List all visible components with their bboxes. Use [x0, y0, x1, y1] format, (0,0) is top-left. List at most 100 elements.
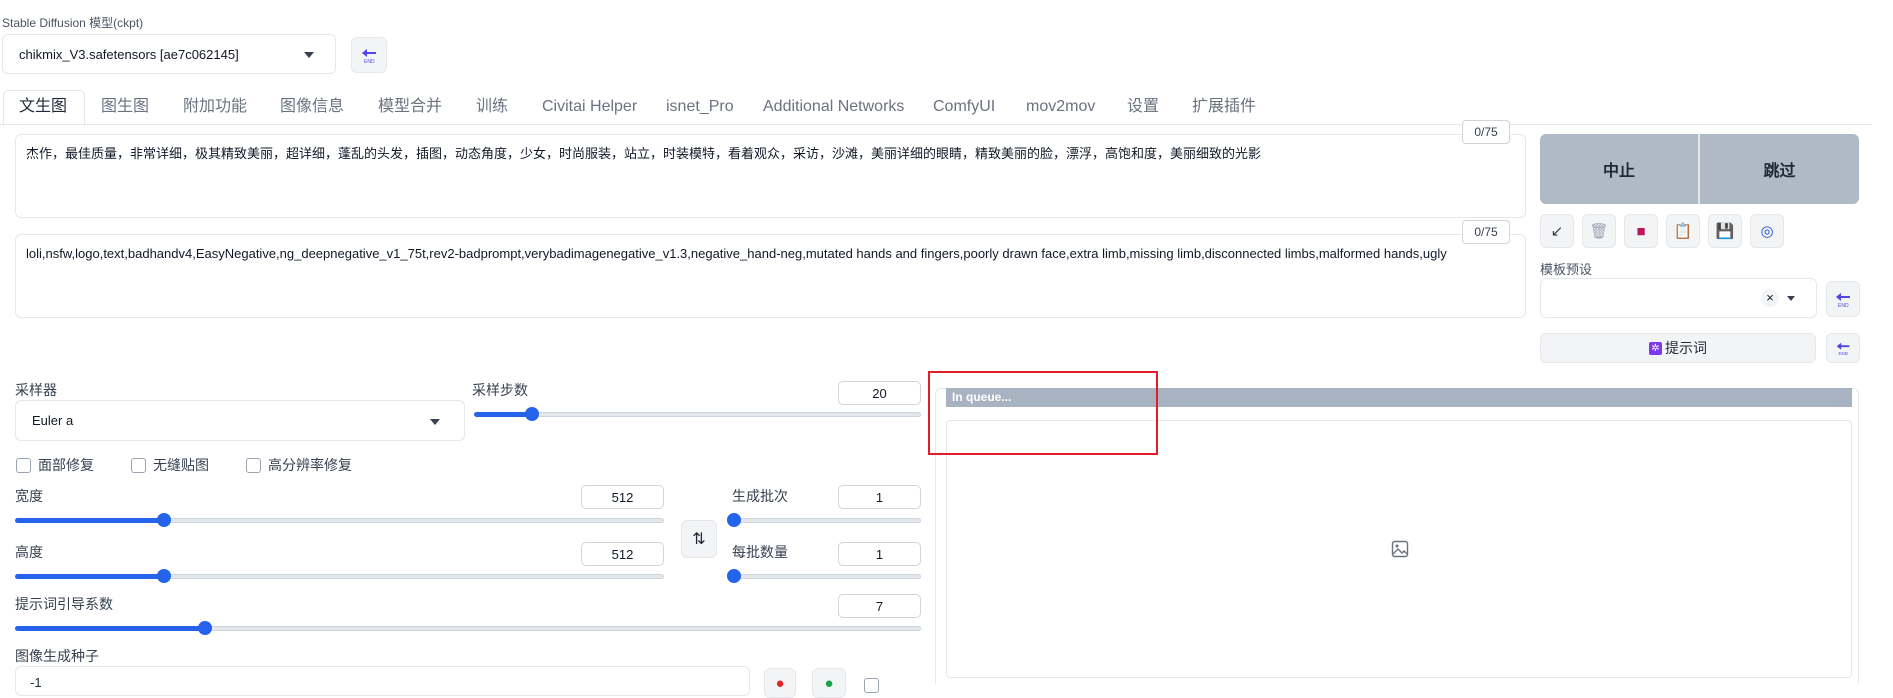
output-gallery [946, 420, 1852, 678]
chevron-down-icon [430, 419, 440, 425]
seed-input[interactable]: -1 [15, 666, 750, 696]
recycle-icon: ● [824, 674, 834, 692]
book-icon: ■ [1636, 222, 1646, 240]
steps-input[interactable]: 20 [838, 381, 921, 405]
svg-text:END: END [1838, 303, 1849, 309]
cfg-slider[interactable] [15, 618, 921, 638]
slider-fill [15, 518, 165, 523]
hires-fix-checkbox[interactable] [246, 458, 261, 473]
negative-prompt-textarea[interactable]: loli,nsfw,logo,text,badhandv4,EasyNegati… [15, 234, 1526, 318]
prompt-helper-label: 提示词 [1665, 340, 1707, 356]
restore-faces-label: 面部修复 [38, 457, 94, 473]
refresh-model-button[interactable]: END [351, 37, 387, 73]
refresh-styles-button[interactable]: END [1826, 281, 1860, 317]
height-label: 高度 [15, 544, 43, 560]
tiling-checkbox[interactable] [131, 458, 146, 473]
slider-thumb[interactable] [157, 513, 172, 527]
sparkle-icon: ✲ [1649, 341, 1662, 355]
slider-fill [15, 626, 206, 631]
batch-count-input[interactable]: 1 [838, 485, 921, 509]
extra-networks-button[interactable]: ■ [1624, 214, 1658, 248]
apply-style-button[interactable]: 📋 [1666, 214, 1700, 248]
slider-fill [474, 412, 533, 417]
tab-extras[interactable]: 附加功能 [183, 96, 247, 118]
highlight-box [928, 371, 1158, 455]
prompt-textarea[interactable]: 杰作，最佳质量，非常详细，极其精致美丽，超详细，蓬乱的头发，插图，动态角度，少女… [15, 134, 1526, 218]
tab-extensions[interactable]: 扩展插件 [1192, 96, 1256, 118]
chevron-down-icon [304, 52, 314, 58]
reuse-seed-button[interactable]: ● [812, 668, 846, 698]
negative-prompt-token-counter: 0/75 [1462, 220, 1510, 244]
tab-comfyui[interactable]: ComfyUI [933, 96, 995, 118]
clear-styles-icon[interactable]: × [1761, 289, 1779, 307]
end-arrow-icon: END [1836, 293, 1850, 309]
extra-seed-checkbox[interactable] [864, 678, 879, 693]
batch-size-slider[interactable] [727, 566, 921, 586]
save-icon: 💾 [1715, 223, 1735, 240]
slider-thumb[interactable] [198, 621, 213, 635]
swap-dimensions-button[interactable]: ⇅ [681, 520, 717, 558]
chevron-down-icon [1787, 296, 1795, 301]
width-input[interactable]: 512 [581, 485, 664, 509]
image-placeholder-icon [1391, 540, 1409, 558]
save-style-button[interactable]: 💾 [1708, 214, 1742, 248]
slider-track [734, 574, 921, 579]
restore-faces-checkbox[interactable] [16, 458, 31, 473]
random-seed-button[interactable]: ● [764, 668, 796, 698]
steps-slider[interactable] [474, 404, 921, 424]
skip-button[interactable]: 跳过 [1700, 134, 1859, 204]
model-value: chikmix_V3.safetensors [ae7c062145] [19, 47, 239, 62]
slider-track [734, 518, 921, 523]
slider-thumb[interactable] [525, 407, 540, 421]
slider-track [474, 412, 921, 417]
sampler-value: Euler a [32, 413, 74, 428]
tab-img2img[interactable]: 图生图 [101, 96, 149, 118]
styles-label: 模板预设 [1540, 262, 1593, 277]
batch-count-slider[interactable] [727, 510, 921, 530]
sampler-dropdown[interactable]: Euler a [15, 400, 465, 441]
clear-prompt-button[interactable]: 🗑 [1582, 214, 1616, 248]
prompt-helper-button[interactable]: ✲ 提示词 [1540, 333, 1816, 363]
tab-divider [0, 124, 1872, 125]
tab-mov2mov[interactable]: mov2mov [1026, 96, 1095, 118]
tiling-label: 无缝贴图 [153, 457, 209, 473]
styles-dropdown[interactable]: × [1540, 278, 1817, 318]
cfg-label: 提示词引导系数 [15, 596, 113, 612]
clipboard-icon: 📋 [1673, 223, 1693, 240]
slider-thumb[interactable] [727, 513, 741, 527]
slider-thumb[interactable] [157, 569, 172, 583]
trash-icon: 🗑 [1589, 223, 1609, 240]
height-input[interactable]: 512 [581, 542, 664, 566]
interrupt-button[interactable]: 中止 [1540, 134, 1698, 204]
model-dropdown[interactable]: chikmix_V3.safetensors [ae7c062145] [2, 34, 336, 74]
height-slider[interactable] [15, 566, 664, 586]
swap-arrows-icon: ⇅ [692, 531, 706, 548]
tab-settings[interactable]: 设置 [1127, 96, 1159, 118]
tab-civitai-helper[interactable]: Civitai Helper [542, 96, 637, 118]
tab-isnet-pro[interactable]: isnet_Pro [666, 96, 734, 118]
seed-label: 图像生成种子 [15, 648, 99, 664]
tab-checkpoint-merger[interactable]: 模型合并 [378, 96, 442, 118]
steps-label: 采样步数 [472, 382, 528, 398]
prompt-token-counter: 0/75 [1462, 120, 1510, 144]
spiral-button[interactable]: ◎ [1750, 214, 1784, 248]
hires-fix-label: 高分辨率修复 [268, 457, 352, 473]
send-prompt-button[interactable]: END [1826, 333, 1860, 363]
slider-thumb[interactable] [727, 569, 741, 583]
end-arrow-icon: END [362, 49, 376, 65]
batch-size-input[interactable]: 1 [838, 542, 921, 566]
tab-png-info[interactable]: 图像信息 [280, 96, 344, 118]
sampler-label: 采样器 [15, 382, 57, 398]
read-params-button[interactable]: ↙ [1540, 214, 1574, 248]
spiral-icon: ◎ [1760, 223, 1774, 240]
end-arrow-icon: END [1836, 342, 1850, 356]
batch-size-label: 每批数量 [732, 544, 788, 560]
tab-txt2img[interactable]: 文生图 [19, 96, 67, 118]
width-label: 宽度 [15, 488, 43, 504]
model-label: Stable Diffusion 模型(ckpt) [2, 16, 144, 30]
tab-additional-networks[interactable]: Additional Networks [763, 96, 904, 118]
arrow-diagonal-icon: ↙ [1550, 223, 1564, 240]
cfg-input[interactable]: 7 [838, 594, 921, 618]
tab-train[interactable]: 训练 [476, 96, 508, 118]
width-slider[interactable] [15, 510, 664, 530]
